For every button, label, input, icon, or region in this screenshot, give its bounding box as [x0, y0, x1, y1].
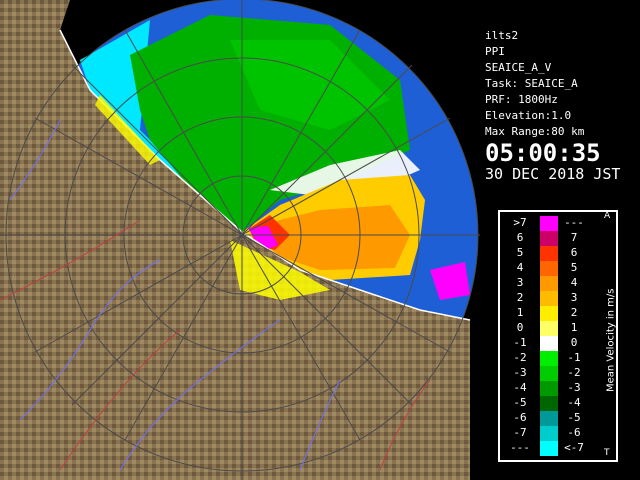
legend-row-lower: 6: [516, 231, 524, 244]
radar-ppi-image: [0, 0, 480, 480]
legend-row-upper: 1: [570, 321, 578, 334]
legend-row-lower: 0: [516, 321, 524, 334]
legend-row-upper: -1: [567, 351, 581, 364]
legend-swatch: [540, 276, 558, 291]
legend-row-upper: -2: [567, 366, 581, 379]
legend-swatch: [540, 441, 558, 456]
legend-swatch: [540, 261, 558, 276]
velocity-legend: >7 --- 6 7 5 6 4 5 3 4 2 3 1 2 0 1 -1 0 -2 -1 -3 -2 -4 -3 -5 -4 -6…: [498, 210, 618, 462]
legend-row-upper: -3: [567, 381, 581, 394]
legend-row-lower: ---: [510, 441, 530, 454]
legend-row-lower: 1: [516, 306, 524, 319]
legend-row-upper: 4: [570, 276, 578, 289]
legend-row-upper: -5: [567, 411, 581, 424]
legend-swatch: [540, 306, 558, 321]
legend-swatch: [540, 351, 558, 366]
legend-swatch: [540, 366, 558, 381]
legend-swatch: [540, 321, 558, 336]
legend-row-lower: -5: [513, 396, 527, 409]
legend-row-upper: 3: [570, 291, 578, 304]
elevation-value: Elevation:1.0: [485, 109, 572, 122]
legend-row-upper: 7: [570, 231, 578, 244]
task-name: Task: SEAICE_A: [485, 77, 578, 90]
legend-swatch: [540, 231, 558, 246]
legend-row-upper: 0: [570, 336, 578, 349]
legend-row-upper: -4: [567, 396, 581, 409]
legend-row-upper: -6: [567, 426, 581, 439]
legend-swatch: [540, 291, 558, 306]
legend-title: Mean Velocity in m/s: [605, 288, 617, 392]
legend-row-upper: 6: [570, 246, 578, 259]
legend-row-lower: 4: [516, 261, 524, 274]
product-name: SEAICE_A_V: [485, 61, 552, 74]
legend-row-lower: 2: [516, 291, 524, 304]
legend-swatch: [540, 426, 558, 441]
legend-row-lower: -4: [513, 381, 527, 394]
legend-row-lower: >7: [513, 216, 527, 229]
legend-bottom-mark: T: [604, 448, 610, 458]
max-range-value: Max Range:80 km: [485, 125, 585, 138]
prf-value: PRF: 1800Hz: [485, 93, 558, 106]
legend-row-lower: -1: [513, 336, 527, 349]
legend-row-lower: 5: [516, 246, 524, 259]
legend-row-lower: -2: [513, 351, 527, 364]
legend-swatch: [540, 411, 558, 426]
legend-row-lower: 3: [516, 276, 524, 289]
legend-swatch: [540, 246, 558, 261]
info-panel: ilts2 PPI SEAICE_A_V Task: SEAICE_A PRF:…: [481, 26, 640, 188]
legend-row-lower: -7: [513, 426, 527, 439]
legend-swatch: [540, 396, 558, 411]
legend-row-lower: -3: [513, 366, 527, 379]
scan-mode: PPI: [485, 45, 505, 58]
legend-row-upper: <-7: [564, 441, 584, 454]
legend-swatch: [540, 381, 558, 396]
legend-top-mark: A: [604, 211, 611, 221]
legend-row-upper: 2: [570, 306, 578, 319]
time-display: 05:00:35: [485, 139, 601, 167]
legend-swatch: [540, 336, 558, 351]
radar-display: ilts2 PPI SEAICE_A_V Task: SEAICE_A PRF:…: [0, 0, 640, 480]
legend-row-lower: -6: [513, 411, 527, 424]
date-display: 30 DEC 2018 JST: [485, 165, 621, 183]
legend-swatch: [540, 216, 558, 231]
legend-row-upper: ---: [564, 216, 584, 229]
radar-name: ilts2: [485, 29, 519, 42]
legend-row-upper: 5: [570, 261, 578, 274]
